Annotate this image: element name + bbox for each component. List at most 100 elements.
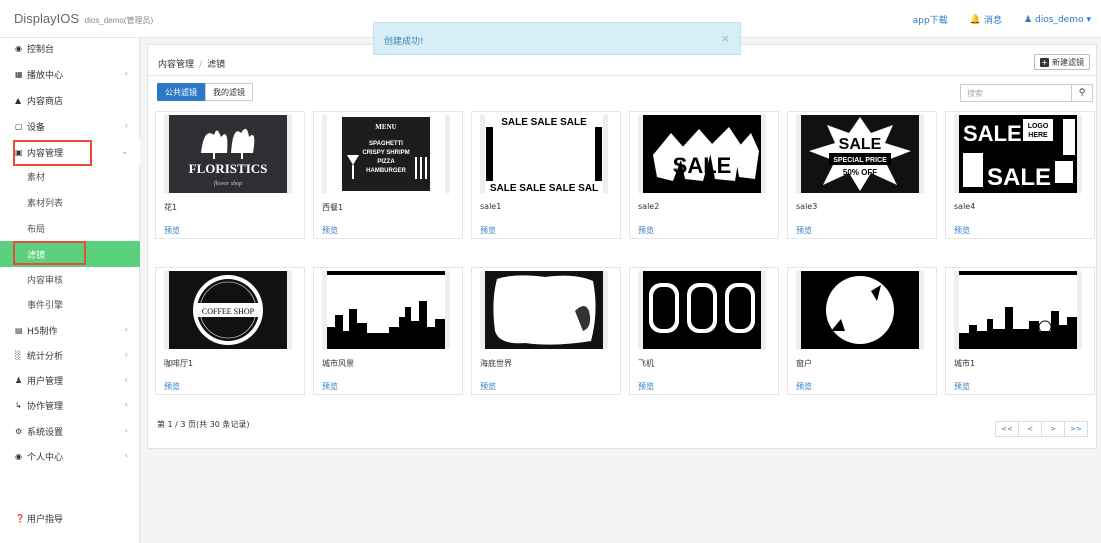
sidebar-item-label: 协作管理 [27,401,64,412]
filter-thumbnail[interactable] [322,271,450,349]
filter-thumbnail[interactable]: SALE LOGO HERE SALE [954,115,1082,193]
filter-card[interactable]: 飞机 预览 [629,267,779,395]
filter-thumbnail[interactable] [796,271,924,349]
filter-thumbnail[interactable] [954,271,1082,349]
filter-name: 窗户 [796,359,812,368]
sidebar-item-layout[interactable]: 布局 [0,215,140,241]
svg-text:flower shop: flower shop [214,180,242,187]
filter-card[interactable]: 城市1 预览 [945,267,1095,395]
brand-logo[interactable]: DisplayIOS dios_demo(管理员) [14,11,153,26]
sidebar-item-events[interactable]: 事件引擎 [0,291,140,317]
filter-thumbnail[interactable]: SALE SPECIAL PRICE 50% OFF [796,115,924,193]
sidebar-item-label: H5制作 [27,326,58,337]
filter-thumbnail[interactable] [638,271,766,349]
sidebar-item-label: 用户管理 [27,376,64,387]
pagination: << < > >> [995,421,1088,437]
app-download-link[interactable]: app下载 [913,13,948,26]
chevron-left-icon: ‹ [124,451,128,460]
preview-link[interactable]: 预览 [322,381,338,392]
sidebar-item-label: 播放中心 [27,70,64,81]
chevron-left-icon: ‹ [124,426,128,435]
sidebar-item-material[interactable]: 素材 [0,163,140,189]
filter-thumbnail[interactable]: MENU SPAGHETTI CRISPY SHRIPM PIZZA HAMBU… [322,115,450,193]
filter-card[interactable]: FLORISTICS flower shop 花1 预览 [155,111,305,239]
tab-my-filters[interactable]: 我的滤镜 [205,83,253,101]
filter-name: 咖啡厅1 [164,359,194,368]
sidebar-item-dashboard[interactable]: ◉ 控制台 [0,35,140,61]
close-icon[interactable]: × [721,32,730,45]
filter-name: sale1 [480,202,502,211]
filter-thumbnail[interactable]: SALE [638,115,766,193]
breadcrumb-item[interactable]: 内容管理 [158,60,194,70]
sidebar-item-stats[interactable]: ░ 统计分析 ‹ [0,342,140,368]
bank-icon: ▲ [15,95,22,105]
filter-thumbnail[interactable]: FLORISTICS flower shop [164,115,292,193]
sidebar-item-settings[interactable]: ⚙ 系统设置 ‹ [0,418,140,444]
chevron-left-icon: ‹ [124,375,128,384]
new-filter-button[interactable]: + 新建滤镜 [1034,54,1090,70]
filter-card[interactable]: MENU SPAGHETTI CRISPY SHRIPM PIZZA HAMBU… [313,111,463,239]
svg-text:SPAGHETTI: SPAGHETTI [369,141,403,147]
monitor-icon: ▢ [15,121,23,131]
preview-link[interactable]: 预览 [954,381,970,392]
last-page-button[interactable]: >> [1064,421,1088,437]
sidebar-item-label: 内容审核 [27,275,64,286]
filter-card[interactable]: SALE LOGO HERE SALE sale4 预览 [945,111,1095,239]
user-menu[interactable]: ♟ dios_demo ▾ [1024,13,1091,26]
svg-text:FLORISTICS: FLORISTICS [189,161,268,176]
filter-thumbnail[interactable]: SALE SALE SALE SALE SALE SALE SAL [480,115,608,193]
chevron-left-icon: ‹ [124,350,128,359]
messages-label: 消息 [983,16,1002,26]
sidebar-item-guide[interactable]: ❓ 用户指导 [0,505,140,531]
filter-card[interactable]: SALE SALE SALE SALE SALE SALE SAL sale1 … [471,111,621,239]
svg-text:SALE: SALE [673,153,732,178]
preview-link[interactable]: 预览 [480,225,496,236]
search-input[interactable]: 搜索 [960,84,1072,102]
sidebar-item-review[interactable]: 内容审核 [0,266,140,292]
sidebar-item-store[interactable]: ▲ 内容商店 [0,87,140,113]
filter-thumbnail[interactable] [480,271,608,349]
filter-thumbnail[interactable]: COFFEE SHOP [164,271,292,349]
preview-link[interactable]: 预览 [638,381,654,392]
preview-link[interactable]: 预览 [796,225,812,236]
sidebar-item-material-list[interactable]: 素材列表 [0,189,140,215]
prev-page-button[interactable]: < [1018,421,1042,437]
next-page-button[interactable]: > [1041,421,1065,437]
chevron-left-icon: ‹ [124,325,128,334]
sidebar-item-devices[interactable]: ▢ 设备 ‹ [0,113,140,139]
filter-name: sale2 [638,202,660,211]
filter-card[interactable]: 窗户 预览 [787,267,937,395]
gear-icon: ⚙ [15,426,23,436]
sidebar-item-profile[interactable]: ◉ 个人中心 ‹ [0,443,140,469]
filter-card[interactable]: SALE sale2 预览 [629,111,779,239]
preview-link[interactable]: 预览 [954,225,970,236]
sidebar-item-label: 个人中心 [27,452,64,463]
filter-name: 海底世界 [480,359,512,368]
question-icon: ❓ [15,513,25,523]
user-name: dios_demo [1035,14,1084,25]
sidebar-item-playback[interactable]: ▦ 播放中心 ‹ [0,61,140,87]
filter-card[interactable]: 城市风景 预览 [313,267,463,395]
sidebar-item-label: 控制台 [27,44,55,55]
first-page-button[interactable]: << [995,421,1019,437]
preview-link[interactable]: 预览 [480,381,496,392]
preview-link[interactable]: 预览 [796,381,812,392]
messages-link[interactable]: 🔔 消息 [970,13,1002,27]
preview-link[interactable]: 预览 [638,225,654,236]
svg-text:SALE SALE SALE: SALE SALE SALE [501,117,587,128]
filter-card[interactable]: SALE SPECIAL PRICE 50% OFF sale3 预览 [787,111,937,239]
preview-link[interactable]: 预览 [164,381,180,392]
svg-text:HAMBURGER: HAMBURGER [366,168,406,174]
filters-panel: 内容管理 / 滤镜 + 新建滤镜 公共滤镜 我的滤镜 搜索 ⚲ FLORISTICS … [147,44,1097,449]
tab-public-filters[interactable]: 公共滤镜 [157,83,205,101]
search-button[interactable]: ⚲ [1071,84,1093,102]
sidebar-item-h5[interactable]: ▤ H5制作 ‹ [0,317,140,343]
svg-text:SALE: SALE [963,121,1022,146]
sidebar-item-collab[interactable]: ↳ 协作管理 ‹ [0,392,140,418]
sidebar-item-users[interactable]: ♟ 用户管理 ‹ [0,367,140,393]
filter-card[interactable]: 海底世界 预览 [471,267,621,395]
filter-card[interactable]: COFFEE SHOP 咖啡厅1 预览 [155,267,305,395]
preview-link[interactable]: 预览 [322,225,338,236]
preview-link[interactable]: 预览 [164,225,180,236]
filter-name: 西餐1 [322,203,344,212]
